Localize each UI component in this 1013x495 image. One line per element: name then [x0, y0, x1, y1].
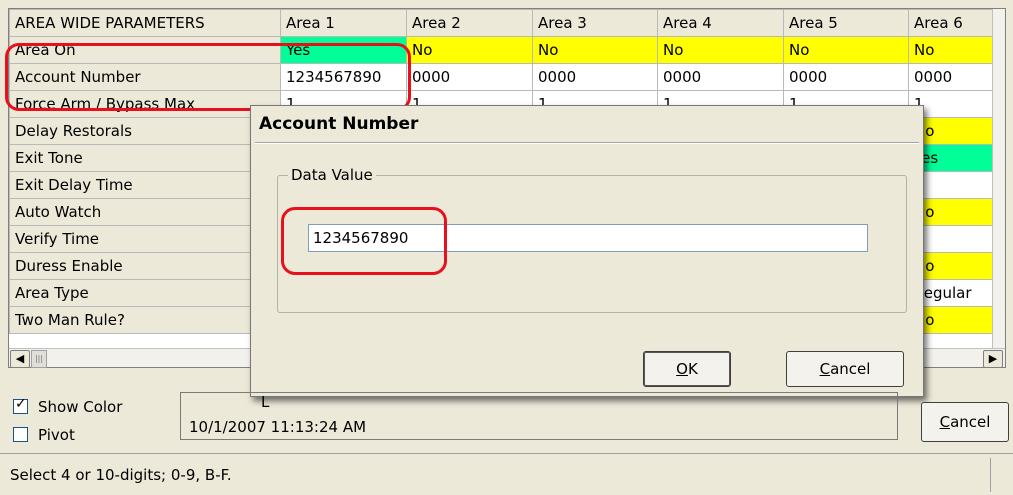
column-header-area-5[interactable]: Area 5 [783, 9, 909, 37]
row-label[interactable]: Exit Tone [9, 144, 281, 172]
dialog-cancel-rest: ancel [830, 360, 871, 378]
column-header-area-3[interactable]: Area 3 [532, 9, 658, 37]
data-value-group: Data Value [277, 166, 907, 313]
checkmark-icon: ✓ [15, 396, 27, 412]
show-color-label: Show Color [38, 398, 123, 416]
resize-grip-icon[interactable] [990, 458, 1011, 492]
table-row: Account Number 1234567890 0000 0000 0000 0000… [9, 63, 1005, 91]
pivot-checkbox[interactable]: Pivot [13, 426, 75, 444]
grid-cell[interactable]: 0000 [406, 63, 533, 91]
ok-button-rest: K [687, 360, 698, 378]
row-label[interactable]: Area On [9, 36, 281, 64]
row-label[interactable]: Exit Delay Time [9, 171, 281, 199]
ok-button[interactable]: OK [643, 351, 731, 387]
grid-cell[interactable]: No [908, 36, 994, 64]
row-label[interactable]: Area Type [9, 279, 281, 307]
row-label[interactable]: Delay Restorals [9, 117, 281, 145]
grid-cell[interactable]: 0000 [532, 63, 658, 91]
column-header-area-4[interactable]: Area 4 [657, 9, 784, 37]
column-header-area-2[interactable]: Area 2 [406, 9, 533, 37]
grid-cell[interactable]: No [406, 36, 533, 64]
row-label[interactable]: Duress Enable [9, 252, 281, 280]
row-label[interactable]: Account Number [9, 63, 281, 91]
column-header-area-1[interactable]: Area 1 [280, 9, 407, 37]
scroll-thumb[interactable]: ||| [31, 350, 47, 368]
status-bar: Select 4 or 10-digits; 0-9, B-F. [0, 453, 1013, 495]
grid-cell[interactable]: 0000 [908, 63, 994, 91]
grid-cell[interactable]: No [657, 36, 784, 64]
grid-cell[interactable]: No [783, 36, 909, 64]
cancel-button[interactable]: Cancel [921, 402, 1009, 442]
vertical-scrollbar[interactable] [992, 9, 1005, 349]
row-label[interactable]: Two Man Rule? [9, 306, 281, 334]
dialog-separator [255, 142, 919, 144]
row-label[interactable]: Auto Watch [9, 198, 281, 226]
status-text: Select 4 or 10-digits; 0-9, B-F. [10, 466, 232, 484]
show-color-checkbox[interactable]: ✓ Show Color [13, 396, 123, 416]
grid-cell[interactable]: 1234567890 [280, 63, 407, 91]
data-value-input[interactable] [308, 224, 868, 252]
scroll-right-icon[interactable]: ▶ [983, 350, 1003, 368]
grid-cell[interactable]: No [532, 36, 658, 64]
grid-cell[interactable]: 0000 [783, 63, 909, 91]
grid-cell[interactable]: Yes [280, 36, 407, 64]
grid-cell[interactable]: 0000 [657, 63, 784, 91]
grid-corner-header: AREA WIDE PARAMETERS [9, 9, 281, 37]
last-changed-header: L [261, 393, 270, 411]
pivot-label: Pivot [38, 426, 75, 444]
dialog-cancel-button[interactable]: Cancel [786, 351, 904, 387]
table-row: Area On Yes No No No No No [9, 36, 1005, 64]
scroll-left-icon[interactable]: ◀ [10, 350, 30, 368]
grid-header-row: AREA WIDE PARAMETERS Area 1 Area 2 Area 3 Ar… [9, 9, 1005, 37]
last-changed-value: 10/1/2007 11:13:24 AM [189, 418, 367, 436]
last-changed-panel: L 10/1/2007 11:13:24 AM [180, 392, 898, 440]
row-label[interactable]: Verify Time [9, 225, 281, 253]
cancel-button-rest: ancel [950, 413, 991, 431]
row-label[interactable]: Force Arm / Bypass Max [9, 90, 281, 118]
dialog-title: Account Number [259, 114, 419, 134]
column-header-area-6[interactable]: Area 6 [908, 9, 994, 37]
data-value-label: Data Value [288, 166, 376, 184]
pivot-box[interactable] [13, 427, 28, 442]
show-color-box[interactable]: ✓ [13, 396, 28, 414]
account-number-dialog: Account Number Data Value OK Cancel [250, 105, 924, 397]
